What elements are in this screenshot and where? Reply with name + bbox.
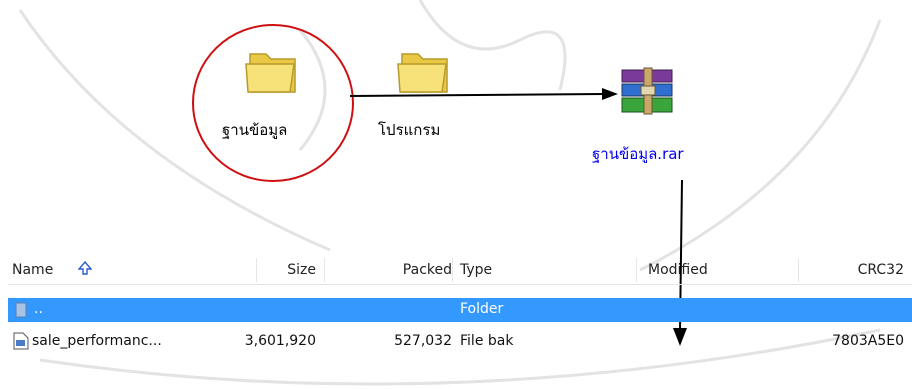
archive-label[interactable]: ฐานข้อมูล.rar — [592, 142, 684, 166]
file-icon — [12, 332, 30, 354]
column-crc[interactable]: CRC32 — [858, 262, 904, 278]
row-type: File bak — [460, 333, 514, 349]
row-name: .. — [34, 301, 43, 317]
column-type[interactable]: Type — [460, 262, 492, 278]
table-row[interactable]: .. Folder — [8, 298, 912, 322]
row-name: sale_performanc... — [32, 333, 162, 349]
column-name[interactable]: Name — [12, 262, 53, 278]
column-size[interactable]: Size — [287, 262, 316, 278]
column-divider — [798, 258, 799, 282]
row-crc: 7803A5E0 — [832, 333, 904, 349]
table-row[interactable]: sale_performanc... 3,601,920 527,032 Fil… — [8, 330, 912, 354]
column-divider — [256, 258, 257, 282]
column-divider — [636, 258, 637, 282]
folder-up-icon — [14, 302, 30, 322]
folder-program-label[interactable]: โปรแกรม — [378, 118, 440, 142]
arrow-to-archive — [350, 88, 618, 100]
folder-icon — [245, 53, 296, 93]
arrow-up-icon — [77, 260, 93, 279]
winrar-archive-icon — [621, 67, 673, 115]
row-size: 3,601,920 — [244, 333, 316, 349]
column-modified[interactable]: Modified — [648, 262, 708, 278]
list-header: Name Size Packed Type Modified CRC32 — [8, 256, 912, 285]
column-divider — [452, 258, 453, 282]
column-divider — [324, 258, 325, 282]
folder-database-label[interactable]: ฐานข้อมูล — [222, 118, 287, 142]
row-type: Folder — [460, 301, 504, 317]
row-packed: 527,032 — [394, 333, 452, 349]
archive-file[interactable] — [616, 64, 680, 118]
folder-database[interactable] — [242, 40, 300, 96]
column-packed[interactable]: Packed — [403, 262, 452, 278]
